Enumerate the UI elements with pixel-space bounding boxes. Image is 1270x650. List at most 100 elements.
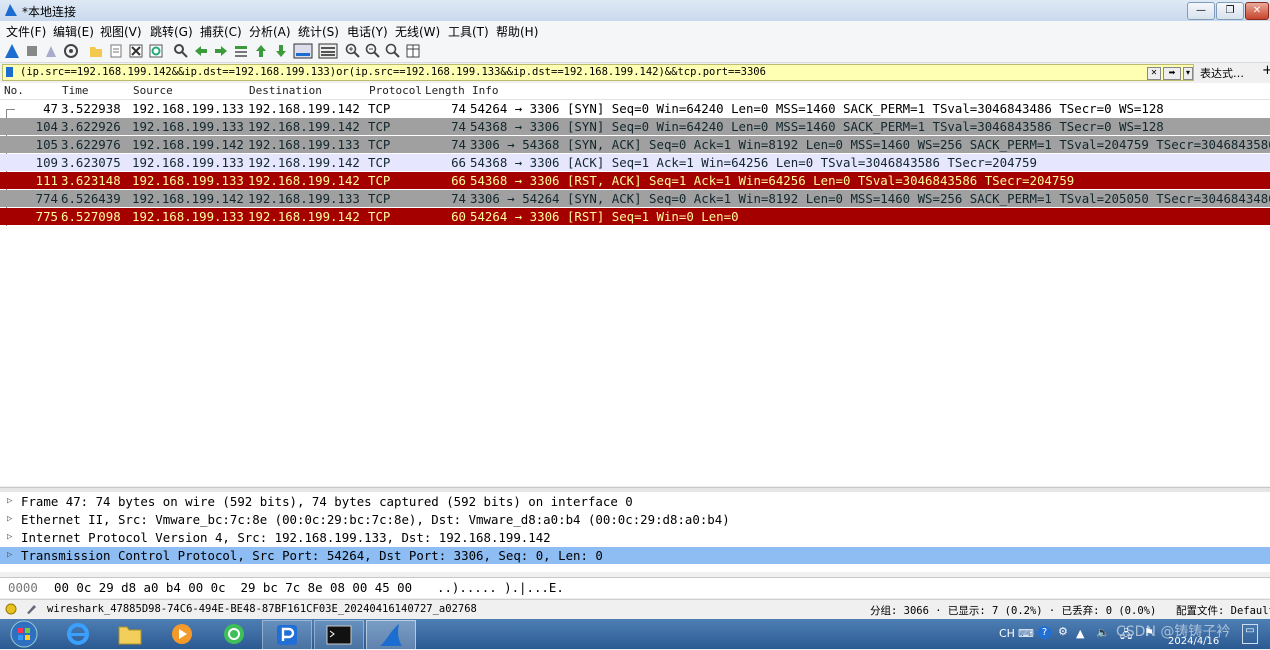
column-time[interactable]: Time (62, 84, 89, 97)
last-packet-icon[interactable] (273, 43, 289, 59)
column-info[interactable]: Info (472, 84, 499, 97)
reload-icon[interactable] (148, 43, 164, 59)
expand-arrow-icon[interactable]: ▷ (7, 511, 12, 528)
column-length[interactable]: Length (425, 84, 465, 97)
window-title: *本地连接 (22, 5, 77, 19)
main-toolbar (0, 40, 1270, 63)
zoom-in-icon[interactable] (345, 43, 361, 59)
menu-tools[interactable]: 工具(T) (448, 23, 489, 40)
taskbar-wireshark[interactable] (366, 620, 416, 650)
taskbar-ie[interactable] (54, 620, 102, 648)
filter-text[interactable]: (ip.src==192.168.199.142&&ip.dst==192.16… (20, 66, 766, 78)
go-back-icon[interactable] (193, 43, 209, 59)
language-indicator[interactable]: CH (999, 627, 1015, 640)
hex-bytes[interactable]: 00 0c 29 d8 a0 b4 00 0c 29 bc 7c 8e 08 0… (54, 580, 412, 595)
menu-analyze[interactable]: 分析(A) (249, 23, 291, 40)
expression-button[interactable]: 表达式… (1200, 65, 1244, 81)
status-bar: wireshark_47885D98-74C6-494E-BE48-87BF16… (0, 599, 1270, 620)
open-file-icon[interactable] (88, 43, 104, 59)
internet-explorer-icon (67, 623, 89, 645)
start-button[interactable] (0, 620, 48, 648)
expand-arrow-icon[interactable]: ▷ (7, 547, 12, 564)
settings-icon[interactable]: ⚙ (1058, 625, 1068, 638)
close-file-icon[interactable] (128, 43, 144, 59)
volume-icon[interactable]: 🔈 (1096, 626, 1110, 639)
taskbar-explorer[interactable] (106, 620, 154, 648)
menu-wireless[interactable]: 无线(W) (395, 23, 440, 40)
media-player-icon (172, 624, 192, 644)
taskbar-sync-app[interactable] (210, 620, 258, 648)
packet-list-header: No. Time Source Destination Protocol Len… (0, 83, 1270, 100)
detail-row-tcp[interactable]: ▷ Transmission Control Protocol, Src Por… (0, 547, 1270, 564)
expand-arrow-icon[interactable]: ▷ (7, 493, 12, 510)
packet-row[interactable]: 109 3.623075 192.168.199.133 192.168.199… (0, 154, 1270, 171)
maximize-button[interactable]: ❐ (1216, 2, 1244, 20)
restart-capture-icon[interactable] (43, 43, 59, 59)
menu-help[interactable]: 帮助(H) (496, 23, 538, 40)
first-packet-icon[interactable] (253, 43, 269, 59)
capture-options-icon[interactable] (63, 43, 79, 59)
menu-view[interactable]: 视图(V) (100, 23, 142, 40)
help-icon[interactable]: ? (1038, 626, 1051, 639)
show-desktop-button[interactable]: ▭ (1242, 624, 1258, 644)
clear-filter-icon[interactable]: ✕ (1147, 67, 1161, 80)
packet-list: 47 3.522938 192.168.199.133 192.168.199.… (0, 100, 1270, 486)
packet-row[interactable]: 105 3.622976 192.168.199.142 192.168.199… (0, 136, 1270, 153)
column-no[interactable]: No. (4, 84, 24, 97)
hex-offset: 0000 (8, 580, 38, 595)
edit-comment-icon[interactable] (25, 603, 37, 615)
detail-row-ethernet[interactable]: ▷ Ethernet II, Src: Vmware_bc:7c:8e (00:… (0, 511, 1270, 528)
autoscroll-icon[interactable] (293, 43, 313, 59)
p-app-icon (277, 625, 297, 645)
menu-capture[interactable]: 捕获(C) (200, 23, 242, 40)
show-hidden-icons[interactable]: ▲ (1076, 627, 1084, 640)
profile-label[interactable]: 配置文件: Default (1176, 603, 1270, 618)
menu-file[interactable]: 文件(F) (6, 23, 46, 40)
packet-row[interactable]: 775 6.527098 192.168.199.133 192.168.199… (0, 208, 1270, 225)
menu-telephony[interactable]: 电话(Y) (347, 23, 388, 40)
expert-info-icon[interactable] (5, 603, 17, 615)
save-file-icon[interactable] (108, 43, 124, 59)
menu-go[interactable]: 跳转(G) (150, 23, 193, 40)
taskbar-p-app[interactable] (262, 620, 312, 650)
close-button[interactable]: ✕ (1245, 2, 1269, 20)
column-source[interactable]: Source (133, 84, 173, 97)
bookmark-icon[interactable] (6, 67, 13, 77)
clock-date[interactable]: 2024/4/16 (1168, 636, 1219, 647)
packet-row[interactable]: 774 6.526439 192.168.199.142 192.168.199… (0, 190, 1270, 207)
column-destination[interactable]: Destination (249, 84, 322, 97)
hex-ascii[interactable]: ..)..... ).|...E. (437, 580, 564, 595)
column-protocol[interactable]: Protocol (369, 84, 422, 97)
go-to-packet-icon[interactable] (233, 43, 249, 59)
display-filter-input[interactable]: (ip.src==192.168.199.142&&ip.dst==192.16… (2, 64, 1194, 81)
packet-row[interactable]: 104 3.622926 192.168.199.133 192.168.199… (0, 118, 1270, 135)
apply-filter-icon[interactable]: ➡ (1163, 67, 1181, 80)
detail-row-frame[interactable]: ▷ Frame 47: 74 bytes on wire (592 bits),… (0, 493, 1270, 510)
packet-row[interactable]: 47 3.522938 192.168.199.133 192.168.199.… (0, 100, 1270, 117)
menu-bar: 文件(F) 编辑(E) 视图(V) 跳转(G) 捕获(C) 分析(A) 统计(S… (0, 21, 1270, 40)
add-filter-button[interactable]: + (1262, 63, 1270, 78)
packet-row[interactable]: 111 3.623148 192.168.199.133 192.168.199… (0, 172, 1270, 189)
command-prompt-icon (326, 625, 352, 645)
expand-arrow-icon[interactable]: ▷ (7, 529, 12, 546)
taskbar-media-player[interactable] (158, 620, 206, 648)
detail-row-ip[interactable]: ▷ Internet Protocol Version 4, Src: 192.… (0, 529, 1270, 546)
windows-taskbar: CH ⌨ ? ⚙ ▲ 🔈 🖧 ⚑ CSDN @铸铸子衿 2024/4/16 ▭ (0, 619, 1270, 650)
resize-columns-icon[interactable] (405, 43, 421, 59)
wireshark-fin-icon (5, 4, 17, 16)
find-packet-icon[interactable] (173, 43, 189, 59)
stop-capture-icon[interactable] (24, 43, 40, 59)
go-forward-icon[interactable] (213, 43, 229, 59)
sync-icon (224, 624, 244, 644)
taskbar-cmd[interactable] (314, 620, 364, 650)
menu-edit[interactable]: 编辑(E) (53, 23, 94, 40)
menu-statistics[interactable]: 统计(S) (298, 23, 339, 40)
filter-history-dropdown-icon[interactable]: ▾ (1183, 67, 1193, 80)
keyboard-icon[interactable]: ⌨ (1018, 627, 1034, 640)
zoom-out-icon[interactable] (365, 43, 381, 59)
normal-size-icon[interactable] (385, 43, 401, 59)
capture-file-name: wireshark_47885D98-74C6-494E-BE48-87BF16… (47, 603, 477, 615)
start-capture-icon[interactable] (4, 43, 20, 59)
colorize-icon[interactable] (318, 43, 338, 59)
minimize-button[interactable]: — (1187, 2, 1215, 20)
